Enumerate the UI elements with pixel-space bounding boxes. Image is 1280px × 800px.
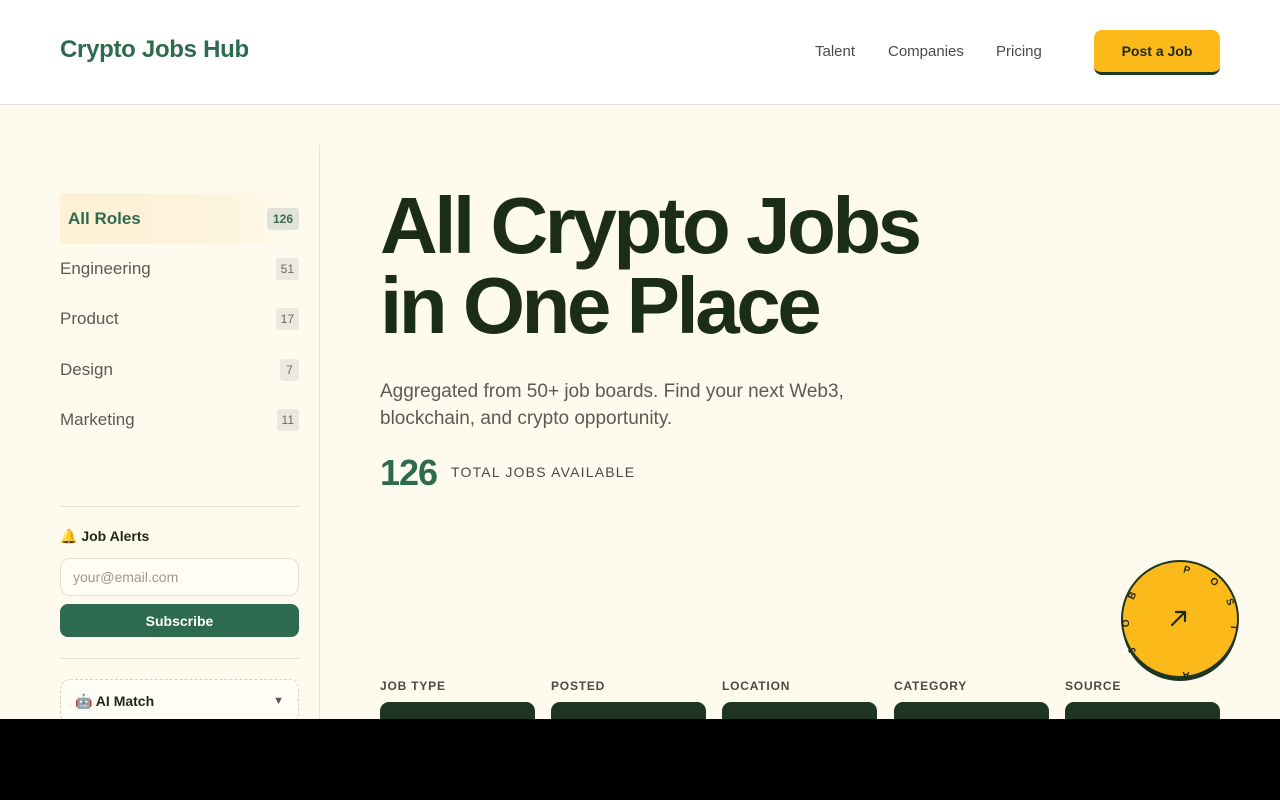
title-line-2: in One Place <box>380 261 822 350</box>
page-title: All Crypto Jobs in One Place <box>380 181 922 350</box>
filter-label-category: CATEGORY <box>894 679 968 693</box>
category-count: 7 <box>280 358 299 381</box>
ai-match-toggle[interactable]: 🤖 AI Match ▼ <box>60 679 299 719</box>
sidebar-item-design[interactable]: Design 7 <box>60 344 299 395</box>
sidebar-item-engineering[interactable]: Engineering 51 <box>60 243 299 294</box>
category-count: 11 <box>276 408 299 431</box>
email-field[interactable] <box>60 558 299 596</box>
sidebar-separator <box>60 658 299 659</box>
category-label: Engineering <box>60 258 151 278</box>
category-label: Product <box>60 308 119 328</box>
filter-label-location: LOCATION <box>722 679 791 693</box>
job-alerts-title: 🔔 Job Alerts <box>60 528 150 544</box>
source-select[interactable] <box>1065 702 1220 719</box>
nav-pricing[interactable]: Pricing <box>996 43 1042 60</box>
page: Crypto Jobs Hub Talent Companies Pricing… <box>0 0 1280 719</box>
ai-match-label: 🤖 AI Match <box>75 692 155 709</box>
post-job-badge[interactable]: P O S T A J O B <box>1120 559 1240 683</box>
sidebar-item-marketing[interactable]: Marketing 11 <box>60 394 299 445</box>
subscribe-button[interactable]: Subscribe <box>60 604 299 637</box>
nav-companies[interactable]: Companies <box>888 43 964 60</box>
badge-letter: O <box>1121 619 1133 628</box>
location-select[interactable] <box>722 702 877 719</box>
site-header: Crypto Jobs Hub Talent Companies Pricing… <box>0 0 1280 105</box>
category-label: Design <box>60 359 113 379</box>
sidebar-divider <box>319 145 320 719</box>
badge-letter: T <box>1228 624 1239 631</box>
posted-select[interactable] <box>551 702 706 719</box>
filter-label-posted: POSTED <box>551 679 606 693</box>
title-line-1: All Crypto Jobs <box>380 181 922 270</box>
nav-talent[interactable]: Talent <box>815 43 855 60</box>
sidebar-item-all-roles[interactable]: All Roles 126 <box>60 193 299 244</box>
category-label: All Roles <box>68 208 141 228</box>
page-subtitle: Aggregated from 50+ job boards. Find you… <box>380 381 844 429</box>
job-type-select[interactable] <box>380 702 535 719</box>
site-logo[interactable]: Crypto Jobs Hub <box>60 36 249 64</box>
category-count: 126 <box>266 207 299 230</box>
badge-letter: A <box>1182 669 1189 680</box>
filter-label-job-type: JOB TYPE <box>380 679 446 693</box>
chevron-down-icon: ▼ <box>273 695 284 707</box>
sidebar-item-product[interactable]: Product 17 <box>60 293 299 344</box>
filter-label-source: SOURCE <box>1065 679 1122 693</box>
total-jobs-label: TOTAL JOBS AVAILABLE <box>451 464 636 480</box>
total-jobs-count: 126 <box>380 452 438 493</box>
post-job-button[interactable]: Post a Job <box>1094 30 1220 75</box>
category-count: 17 <box>275 307 299 330</box>
sidebar-separator <box>60 506 299 507</box>
category-select[interactable] <box>894 702 1049 719</box>
category-count: 51 <box>275 257 299 280</box>
category-label: Marketing <box>60 409 135 429</box>
